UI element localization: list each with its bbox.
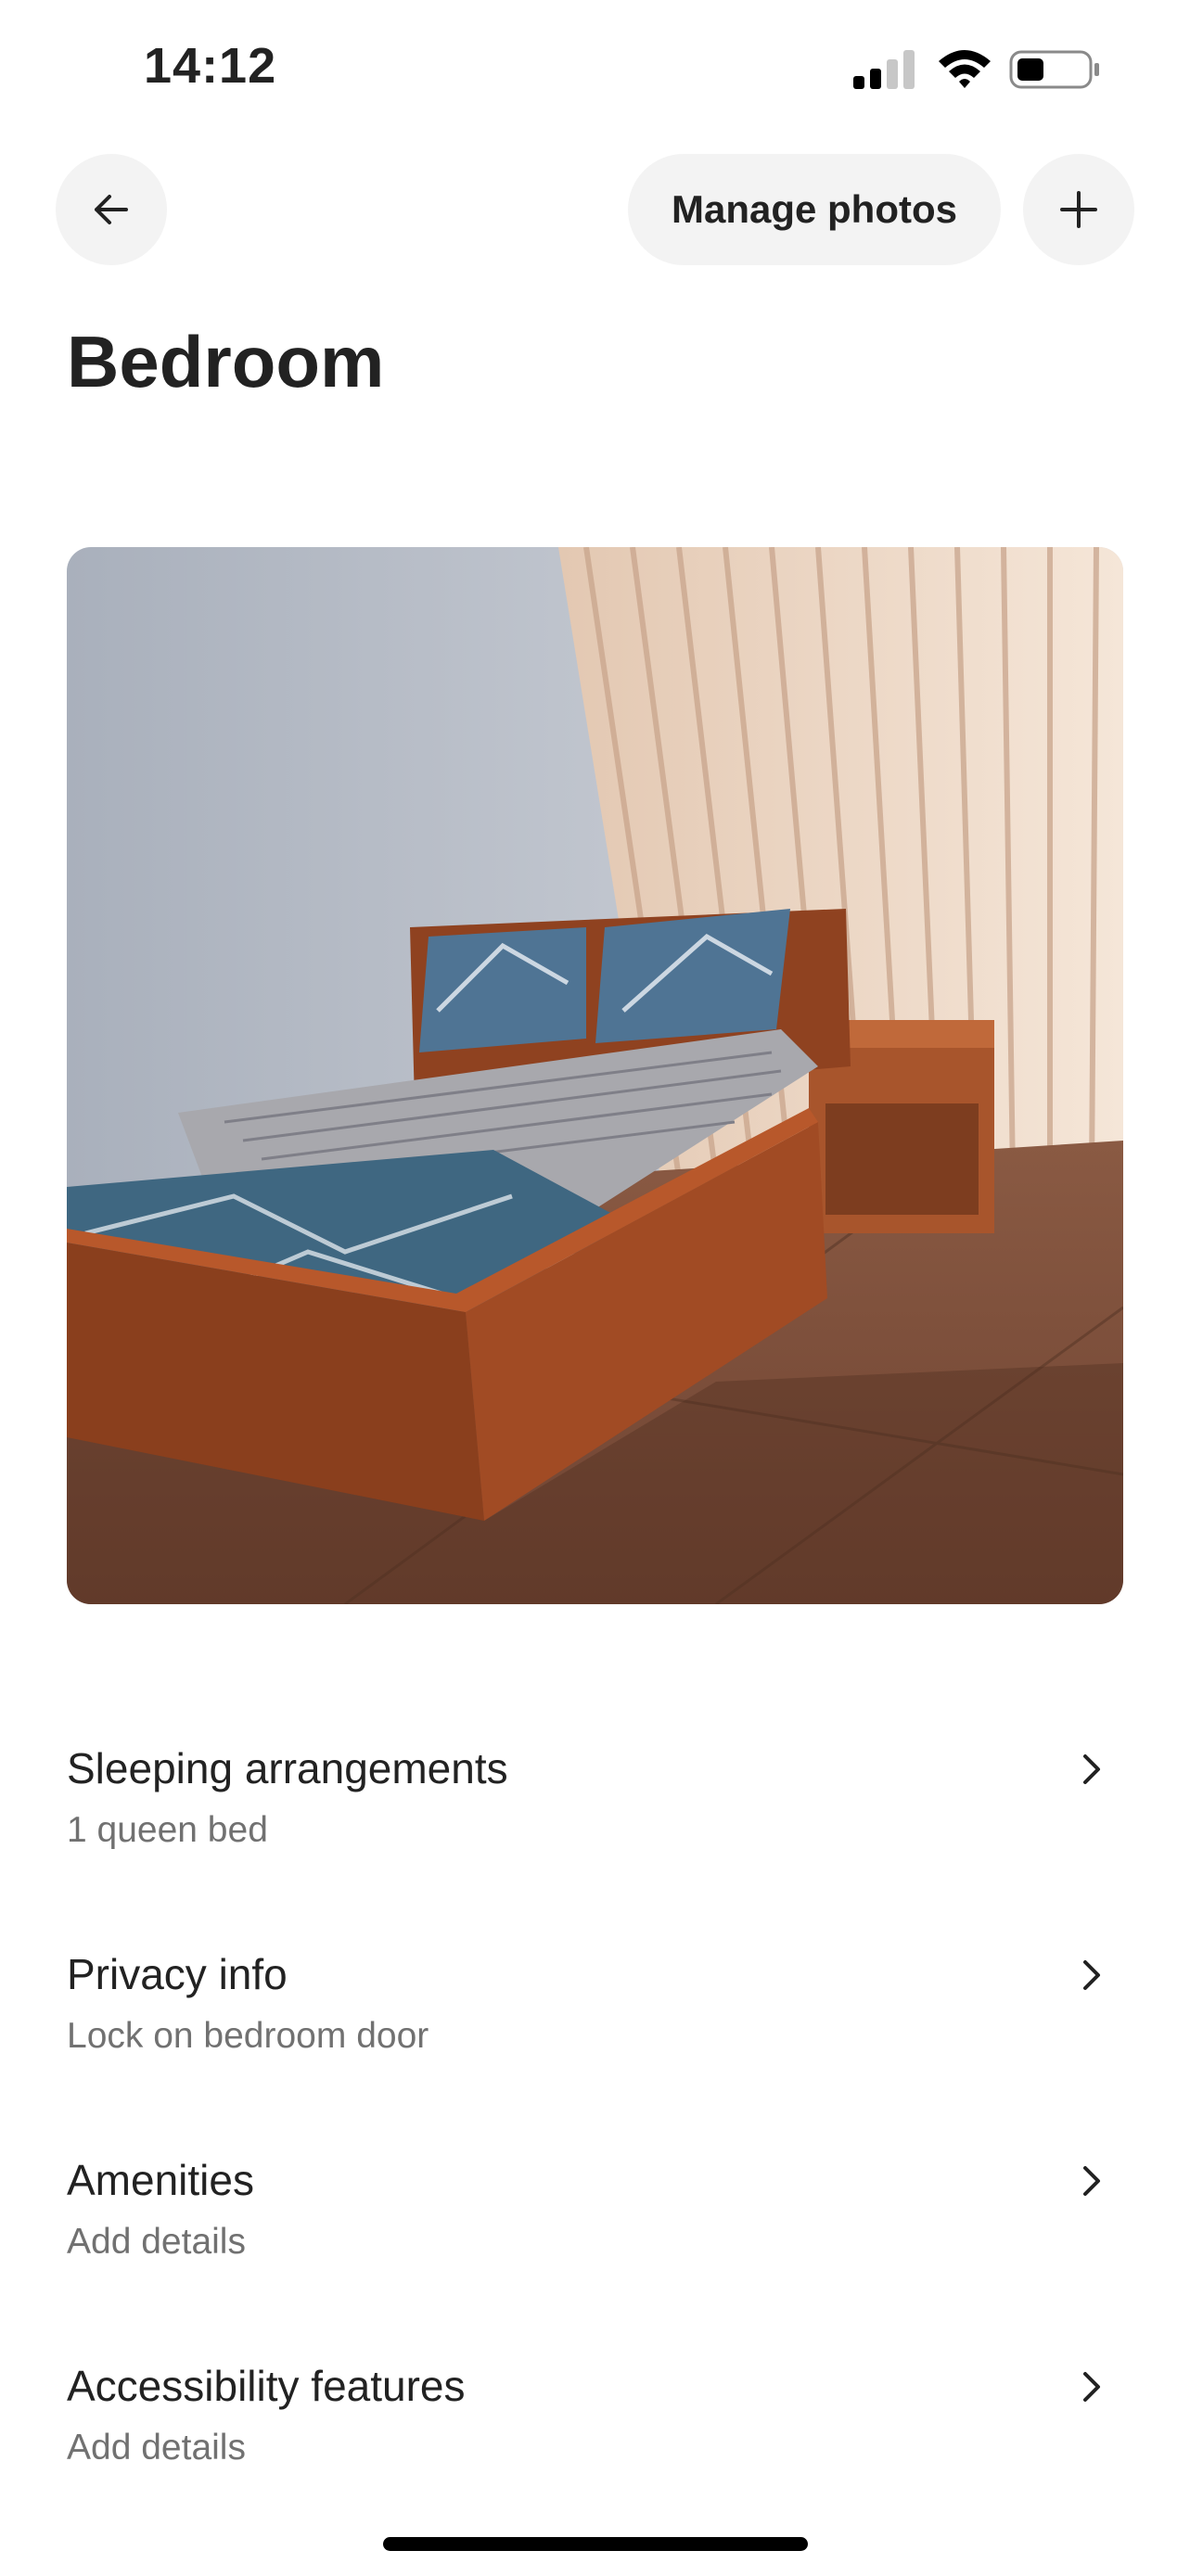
chevron-right-icon bbox=[1083, 1960, 1100, 1990]
chevron-right-icon bbox=[1083, 1754, 1100, 1784]
row-subtitle: Lock on bedroom door bbox=[67, 2016, 429, 2056]
chevron-right-icon bbox=[1083, 2166, 1100, 2196]
status-time: 14:12 bbox=[144, 38, 277, 94]
row-subtitle: Add details bbox=[67, 2222, 246, 2262]
row-subtitle: 1 queen bed bbox=[67, 1810, 268, 1850]
row-title: Accessibility features bbox=[67, 2362, 466, 2410]
wifi-icon bbox=[939, 50, 991, 88]
row-title: Privacy info bbox=[67, 1950, 288, 1998]
manage-photos-button[interactable]: Manage photos bbox=[628, 154, 1001, 265]
accessibility-features-row[interactable]: Accessibility features Add details bbox=[67, 2361, 1123, 2519]
add-photo-button[interactable] bbox=[1023, 154, 1134, 265]
sleeping-arrangements-row[interactable]: Sleeping arrangements 1 queen bed bbox=[67, 1743, 1123, 1901]
arrow-left-icon bbox=[95, 195, 128, 224]
row-title: Sleeping arrangements bbox=[67, 1744, 508, 1792]
home-indicator[interactable] bbox=[383, 2537, 808, 2551]
plus-icon bbox=[1060, 191, 1097, 228]
bedroom-photo[interactable] bbox=[67, 547, 1123, 1604]
amenities-row[interactable]: Amenities Add details bbox=[67, 2155, 1123, 2313]
back-button[interactable] bbox=[56, 154, 167, 265]
cellular-signal-icon bbox=[853, 50, 915, 89]
chevron-right-icon bbox=[1083, 2372, 1100, 2402]
row-title: Amenities bbox=[67, 2156, 254, 2204]
page-title: Bedroom bbox=[67, 321, 385, 402]
bedroom-photo-illustration bbox=[67, 547, 1123, 1604]
row-subtitle: Add details bbox=[67, 2428, 246, 2468]
status-bar: 14:12 bbox=[0, 0, 1190, 139]
privacy-info-row[interactable]: Privacy info Lock on bedroom door bbox=[67, 1949, 1123, 2107]
battery-icon bbox=[1009, 50, 1099, 89]
